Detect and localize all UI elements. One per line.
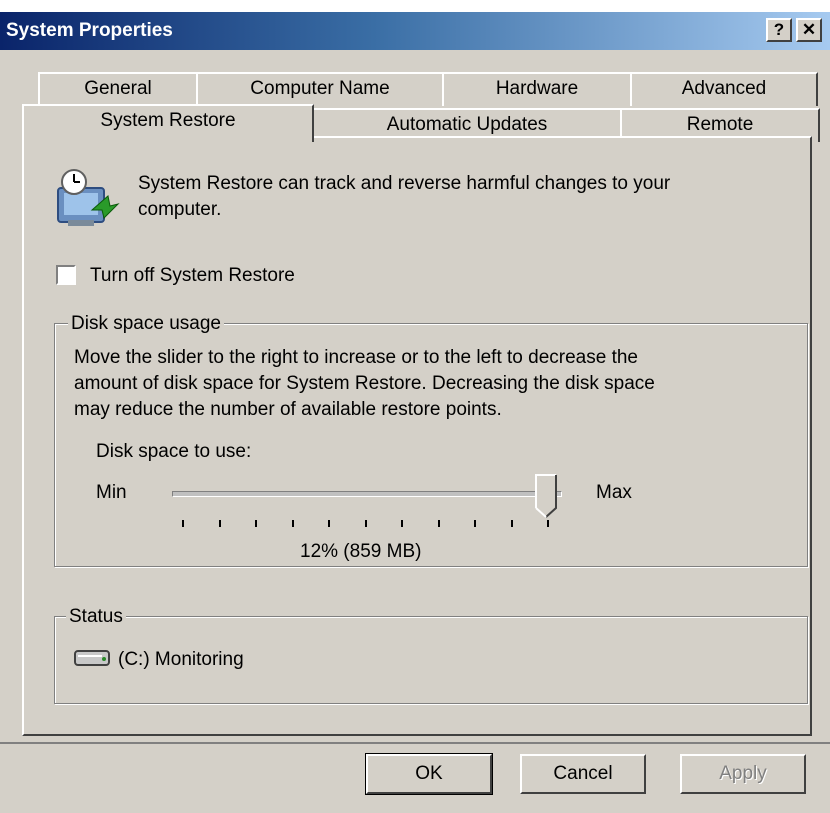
slider-min-label: Min <box>96 482 127 503</box>
slider-tick <box>401 520 403 527</box>
ok-button[interactable]: OK <box>365 753 493 795</box>
slider-tick <box>510 520 513 527</box>
turn-off-label[interactable]: Turn off System Restore <box>90 264 295 288</box>
bottom-separator <box>0 742 830 744</box>
disk-desc-line-1: Move the slider to the right to increase… <box>74 347 638 368</box>
disk-space-group-title: Disk space usage <box>68 313 224 335</box>
close-button[interactable]: ✕ <box>796 18 822 42</box>
disk-desc-line-2: amount of disk space for System Restore.… <box>74 373 655 394</box>
slider-tick <box>364 520 367 527</box>
slider-tick <box>437 520 440 527</box>
help-button[interactable]: ? <box>766 18 792 42</box>
cancel-button[interactable]: Cancel <box>520 754 646 794</box>
drive-status-text: (C:) Monitoring <box>118 649 244 670</box>
turn-off-checkbox[interactable] <box>56 265 76 285</box>
window-title: System Properties <box>6 20 173 41</box>
tab-hardware[interactable]: Hardware <box>442 72 632 106</box>
tab-advanced[interactable]: Advanced <box>630 72 818 106</box>
slider-max-label: Max <box>596 482 632 503</box>
system-restore-icon <box>48 166 120 228</box>
slider-tick <box>182 520 184 527</box>
disk-space-value: 12% (859 MB) <box>300 541 422 562</box>
slider-tick <box>328 520 330 527</box>
disk-desc-line-3: may reduce the number of available resto… <box>74 399 502 420</box>
title-top-strip <box>0 0 830 12</box>
slider-tick <box>547 520 549 527</box>
apply-button[interactable]: Apply <box>680 754 806 794</box>
slider-tick <box>474 520 476 527</box>
close-icon: ✕ <box>801 20 817 39</box>
slider-tick <box>291 520 294 527</box>
disk-space-label: Disk space to use: <box>96 441 252 462</box>
slider-tick <box>255 520 257 527</box>
drive-icon <box>74 648 110 668</box>
tab-computer-name[interactable]: Computer Name <box>196 72 444 106</box>
tab-general[interactable]: General <box>38 72 198 106</box>
tab-system-restore[interactable]: System Restore <box>22 104 314 142</box>
intro-line-1: System Restore can track and reverse har… <box>138 173 671 194</box>
slider-track[interactable] <box>172 491 562 497</box>
slider-tick <box>218 520 221 527</box>
slider-thumb[interactable] <box>535 474 557 518</box>
intro-line-2: computer. <box>138 199 222 220</box>
status-group-title: Status <box>66 606 126 628</box>
